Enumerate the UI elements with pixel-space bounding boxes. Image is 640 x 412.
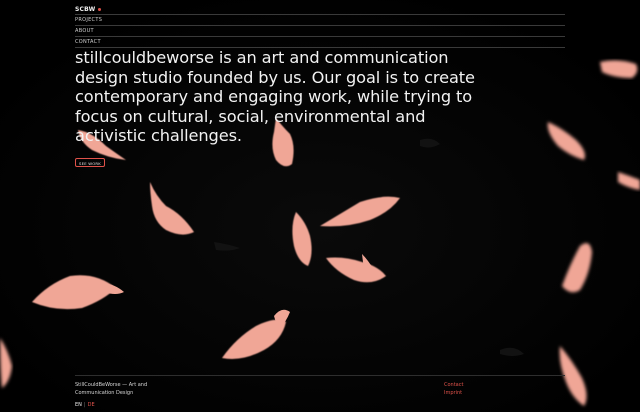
intro-statement: stillcouldbeworse is an art and communic… [75, 48, 495, 146]
footer-studio-line: Communication Design [75, 390, 134, 396]
nav-item-label: CONTACT [75, 39, 101, 45]
logo-text: SCBW [75, 5, 96, 13]
lang-separator: | [83, 402, 86, 408]
footer-link-contact[interactable]: Contact [444, 381, 463, 389]
site-footer: StillCouldBeWorse — Art and Communicatio… [75, 375, 565, 396]
page: SCBW PROJECTS ABOUT CONTACT stillcouldbe… [0, 0, 640, 412]
logo-dot-icon [98, 7, 102, 11]
nav-item-contact[interactable]: CONTACT [75, 36, 565, 48]
lang-en-link[interactable]: EN [75, 401, 82, 409]
intro-line: focus on cultural, social, environmental… [75, 106, 426, 126]
nav-item-about[interactable]: ABOUT [75, 25, 565, 36]
intro-line: design studio founded by us. Our goal is… [75, 67, 475, 87]
logo[interactable]: SCBW [75, 4, 565, 14]
lang-de-link[interactable]: DE [88, 401, 95, 409]
language-switcher: EN | DE [75, 401, 95, 409]
see-work-button[interactable]: SEE WORK [75, 158, 105, 167]
footer-link-imprint[interactable]: Imprint [444, 389, 463, 397]
intro-line: contemporary and engaging work, while tr… [75, 87, 473, 106]
intro-line: stillcouldbeworse is an art and communic… [75, 48, 449, 67]
nav-item-label: ABOUT [75, 28, 94, 34]
footer-studio-line: StillCouldBeWorse — Art and [75, 382, 148, 388]
nav-item-projects[interactable]: PROJECTS [75, 14, 565, 25]
site-header: SCBW PROJECTS ABOUT CONTACT [75, 4, 565, 48]
nav-item-label: PROJECTS [75, 17, 103, 23]
footer-studio-info: StillCouldBeWorse — Art and Communicatio… [75, 381, 185, 397]
intro-line: activistic challenges. [75, 126, 242, 145]
footer-links: Contact Imprint [444, 381, 463, 397]
